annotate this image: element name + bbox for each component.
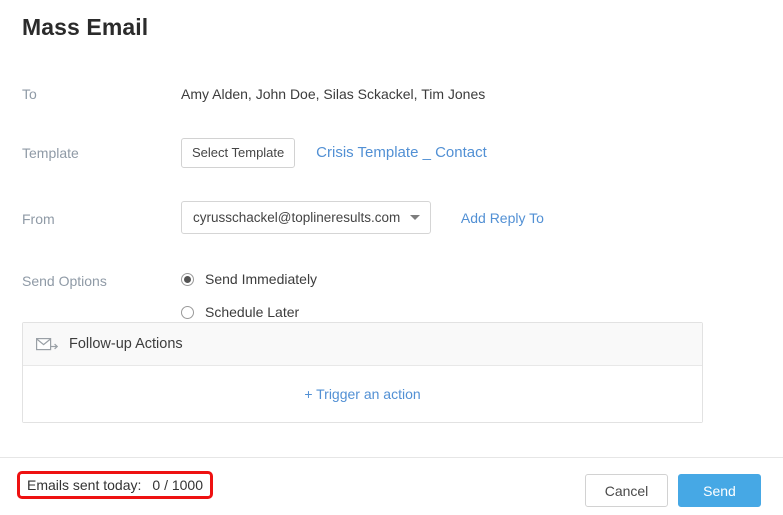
select-template-button[interactable]: Select Template [181, 138, 296, 168]
emails-sent-today-value: 0 / 1000 [152, 477, 203, 493]
footer-actions: Cancel Send [585, 474, 761, 507]
from-label: From [22, 211, 55, 227]
followup-actions-panel: Follow-up Actions + Trigger an action [22, 322, 703, 423]
cancel-button[interactable]: Cancel [585, 474, 668, 507]
page-title: Mass Email [22, 14, 149, 40]
radio-send-immediately-label[interactable]: Send Immediately [205, 270, 317, 288]
form-row-to: To Amy Alden, John Doe, Silas Sckackel, … [0, 85, 783, 103]
trigger-an-action-link[interactable]: + Trigger an action [304, 386, 420, 402]
template-row-content: Select Template Crisis Template _ Contac… [181, 138, 783, 168]
radio-option-send-immediately[interactable]: Send Immediately [181, 268, 783, 290]
send-options-label: Send Options [22, 273, 107, 289]
from-row-content: cyrusschackel@toplineresults.com Add Rep… [181, 201, 783, 234]
radio-send-immediately-input[interactable] [181, 272, 194, 286]
add-reply-to-link[interactable]: Add Reply To [461, 209, 544, 227]
radio-option-schedule-later[interactable]: Schedule Later [181, 301, 783, 323]
to-row-content: Amy Alden, John Doe, Silas Sckackel, Tim… [181, 85, 783, 103]
send-options-content: Send Immediately Schedule Later [181, 268, 783, 323]
recipient-list: Amy Alden, John Doe, Silas Sckackel, Tim… [181, 86, 486, 102]
footer-divider [0, 457, 783, 458]
form-row-from: From cyrusschackel@toplineresults.com Ad… [0, 201, 783, 234]
send-button[interactable]: Send [678, 474, 761, 507]
followup-actions-title: Follow-up Actions [69, 336, 183, 352]
chevron-down-icon [410, 215, 420, 220]
mass-email-form: To Amy Alden, John Doe, Silas Sckackel, … [0, 85, 783, 323]
form-row-send-options: Send Options Send Immediately Schedule L… [0, 268, 783, 323]
template-label: Template [22, 145, 79, 161]
selected-template-link[interactable]: Crisis Template _ Contact [316, 144, 487, 162]
followup-actions-body: + Trigger an action [23, 366, 702, 422]
followup-actions-header: Follow-up Actions [23, 323, 702, 366]
emails-sent-today-label: Emails sent today: [27, 477, 142, 493]
envelope-arrow-icon [36, 337, 58, 350]
from-address-value: cyrusschackel@toplineresults.com [193, 209, 401, 225]
to-label: To [22, 86, 37, 102]
radio-schedule-later-input[interactable] [181, 305, 194, 319]
emails-sent-today-annotation: Emails sent today: 0 / 1000 [17, 471, 213, 499]
from-address-select[interactable]: cyrusschackel@toplineresults.com [181, 201, 431, 234]
form-row-template: Template Select Template Crisis Template… [0, 138, 783, 168]
radio-schedule-later-label[interactable]: Schedule Later [205, 303, 299, 321]
